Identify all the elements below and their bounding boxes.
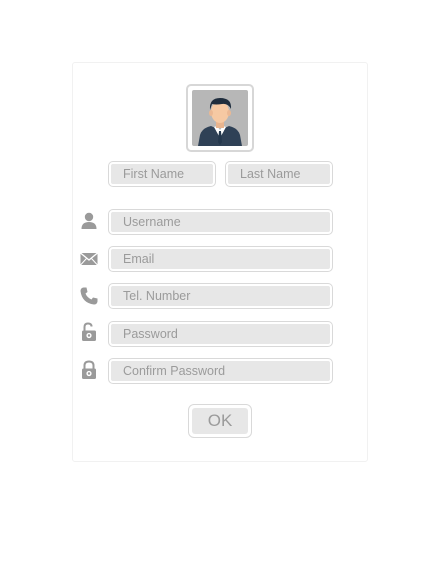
user-avatar	[192, 90, 248, 146]
password-placeholder: Password	[111, 324, 330, 344]
ok-button-label: OK	[192, 408, 248, 434]
unlocked-padlock-icon	[82, 322, 96, 341]
registration-form-card: First Name Last Name Username Email Tel.…	[72, 62, 368, 462]
phone-number-field[interactable]: Tel. Number	[108, 283, 333, 309]
first-name-field[interactable]: First Name	[108, 161, 216, 187]
envelope-icon	[80, 252, 98, 266]
confirm-password-placeholder: Confirm Password	[111, 361, 330, 381]
ok-button[interactable]: OK	[188, 404, 252, 438]
password-field[interactable]: Password	[108, 321, 333, 347]
first-name-placeholder: First Name	[111, 164, 213, 184]
user-icon	[81, 212, 97, 229]
locked-padlock-icon	[82, 360, 96, 379]
avatar-frame[interactable]	[186, 84, 254, 152]
phone-number-placeholder: Tel. Number	[111, 286, 330, 306]
last-name-placeholder: Last Name	[228, 164, 330, 184]
email-field[interactable]: Email	[108, 246, 333, 272]
username-field[interactable]: Username	[108, 209, 333, 235]
confirm-password-field[interactable]: Confirm Password	[108, 358, 333, 384]
email-placeholder: Email	[111, 249, 330, 269]
last-name-field[interactable]: Last Name	[225, 161, 333, 187]
user-avatar-illustration	[198, 98, 242, 146]
username-placeholder: Username	[111, 212, 330, 232]
phone-icon	[80, 287, 98, 305]
